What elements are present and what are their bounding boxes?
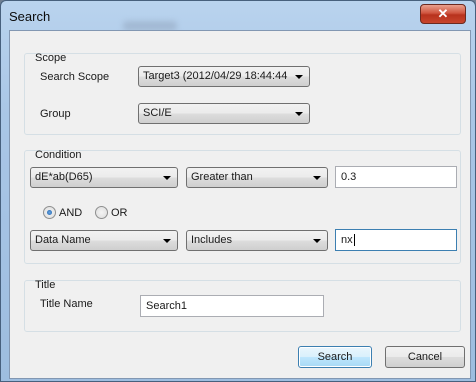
chevron-down-icon (313, 176, 321, 180)
condition-operator-dropdown-2[interactable]: Includes (186, 230, 328, 251)
dialog-body: Scope Search Scope Target3 (2012/04/29 1… (9, 30, 471, 379)
cancel-button[interactable]: Cancel (385, 346, 465, 368)
condition-operator-value-1: Greater than (191, 171, 253, 183)
group-value: SCI/E (143, 107, 172, 119)
condition-field-dropdown-2[interactable]: Data Name (30, 230, 178, 251)
search-dialog: Search ✕ Scope Search Scope Target3 (201… (0, 0, 476, 382)
scope-group-label: Scope (35, 52, 67, 64)
radio-selected-dot (47, 210, 52, 215)
search-scope-value: Target3 (2012/04/29 18:44:44 (143, 70, 288, 82)
title-name-label: Title Name (40, 298, 93, 310)
chevron-down-icon (295, 112, 303, 116)
title-name-value: Search1 (146, 300, 187, 312)
close-button[interactable]: ✕ (420, 4, 466, 24)
close-icon: ✕ (437, 6, 449, 21)
condition-operator-value-2: Includes (191, 234, 232, 246)
or-radio[interactable] (95, 206, 108, 219)
group-label: Group (40, 108, 71, 120)
chevron-down-icon (163, 239, 171, 243)
title-group-label: Title (35, 279, 56, 291)
condition-value-1: 0.3 (341, 171, 357, 183)
and-radio[interactable] (43, 206, 56, 219)
condition-field-dropdown-1[interactable]: dE*ab(D65) (30, 167, 178, 188)
search-scope-label: Search Scope (40, 71, 110, 83)
and-radio-label[interactable]: AND (59, 207, 82, 219)
condition-value-2: nx (341, 234, 353, 246)
or-radio-label[interactable]: OR (111, 207, 128, 219)
chevron-down-icon (295, 75, 303, 79)
search-button[interactable]: Search (298, 346, 372, 368)
condition-field-value-1: dE*ab(D65) (35, 171, 93, 183)
condition-value-input-1[interactable]: 0.3 (335, 166, 457, 188)
condition-operator-dropdown-1[interactable]: Greater than (186, 167, 328, 188)
group-dropdown[interactable]: SCI/E (138, 103, 310, 124)
chevron-down-icon (163, 176, 171, 180)
condition-value-input-2[interactable]: nx (335, 229, 457, 251)
search-scope-dropdown[interactable]: Target3 (2012/04/29 18:44:44 (138, 66, 310, 87)
window-title: Search (9, 9, 51, 24)
text-caret (353, 234, 355, 247)
title-bar[interactable]: Search ✕ (1, 1, 475, 31)
condition-field-value-2: Data Name (35, 234, 91, 246)
condition-group-label: Condition (35, 149, 82, 161)
title-name-input[interactable]: Search1 (140, 295, 324, 317)
chevron-down-icon (313, 239, 321, 243)
